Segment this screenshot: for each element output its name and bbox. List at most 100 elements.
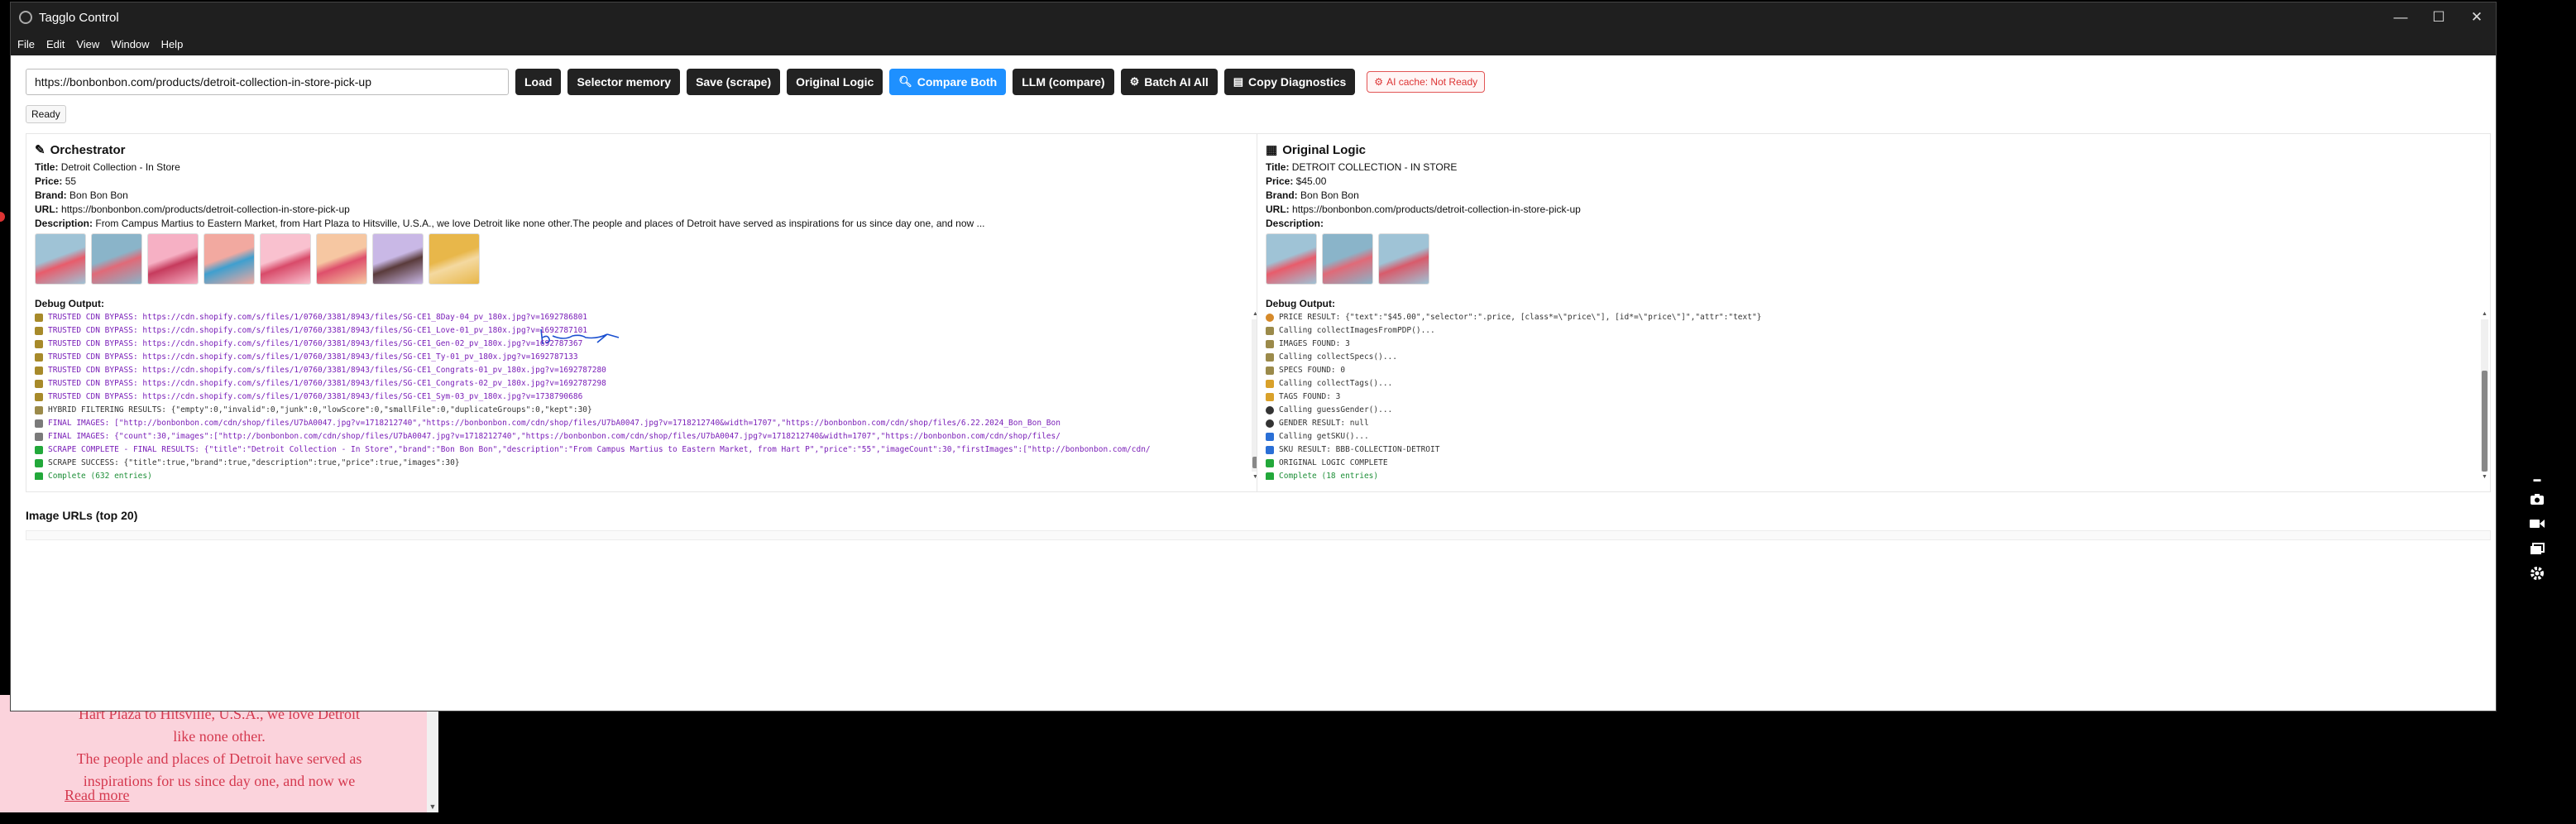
log-line-text: TAGS FOUND: 3 bbox=[1279, 392, 1341, 401]
description-row: Description: bbox=[1266, 217, 1581, 231]
window-title: Tagglo Control bbox=[39, 10, 119, 25]
log-line-text: TRUSTED CDN BYPASS: https://cdn.shopify.… bbox=[48, 339, 583, 348]
description-label: Description: bbox=[35, 218, 93, 229]
debug-output-log[interactable]: PRICE RESULT: {"text":"$45.00","selector… bbox=[1266, 311, 2485, 480]
copy-diagnostics-button[interactable]: ▤ Copy Diagnostics bbox=[1223, 69, 1356, 95]
original-logic-button[interactable]: Original Logic bbox=[787, 69, 883, 95]
title-label: Title: bbox=[35, 161, 59, 173]
main-content: Load Selector memory Save (scrape) Origi… bbox=[11, 55, 2496, 711]
product-thumbnail[interactable] bbox=[91, 233, 142, 285]
title-row: Title: Detroit Collection - In Store bbox=[35, 160, 985, 175]
lock-icon bbox=[35, 327, 43, 335]
product-thumbnail[interactable] bbox=[1378, 233, 1429, 285]
windows-icon[interactable] bbox=[2526, 539, 2548, 558]
batch-ai-all-button[interactable]: ⚙︎ Batch AI All bbox=[1120, 69, 1218, 95]
ok-icon bbox=[1266, 459, 1274, 467]
save-scrape-button[interactable]: Save (scrape) bbox=[687, 69, 781, 95]
product-thumbnail[interactable] bbox=[147, 233, 199, 285]
product-thumbnail[interactable] bbox=[1266, 233, 1317, 285]
original-logic-title: ▦ Original Logic bbox=[1266, 142, 1366, 158]
llm-compare-button[interactable]: LLM (compare) bbox=[1013, 69, 1114, 95]
status-badge: Ready bbox=[26, 105, 66, 123]
scroll-down-arrow-icon[interactable]: ▼ bbox=[427, 802, 438, 811]
product-thumbnail[interactable] bbox=[316, 233, 367, 285]
ok-icon bbox=[35, 446, 43, 454]
url-input[interactable] bbox=[26, 69, 509, 95]
read-more-link[interactable]: Read more bbox=[65, 787, 129, 804]
load-button[interactable]: Load bbox=[515, 69, 562, 95]
app-window: Tagglo Control — ☐ ✕ File Edit View Wind… bbox=[10, 2, 2497, 711]
desktop: Hart Plaza to Hitsville, U.S.A., we love… bbox=[0, 0, 2576, 824]
log-line: Calling guessGender()... bbox=[1266, 404, 2485, 417]
robot-icon: ⚙︎ bbox=[1374, 76, 1384, 88]
product-thumbnail[interactable] bbox=[35, 233, 86, 285]
description-value: From Campus Martius to Eastern Market, f… bbox=[95, 218, 985, 229]
lock-icon bbox=[35, 353, 43, 362]
url-value: https://bonbonbon.com/products/detroit-c… bbox=[1292, 204, 1581, 215]
menu-file[interactable]: File bbox=[17, 38, 35, 50]
log-line-text: TRUSTED CDN BYPASS: https://cdn.shopify.… bbox=[48, 352, 578, 362]
menu-bar: File Edit View Window Help bbox=[11, 32, 2496, 55]
debug-output-log[interactable]: TRUSTED CDN BYPASS: https://cdn.shopify.… bbox=[35, 311, 1256, 480]
scroll-down-arrow-icon[interactable]: ▼ bbox=[2481, 474, 2488, 480]
log-line: FINAL IMAGES: ["http://bonbonbon.com/cdn… bbox=[35, 417, 1256, 430]
log-line: SCRAPE COMPLETE - FINAL RESULTS: {"title… bbox=[35, 443, 1256, 457]
fin-icon bbox=[35, 419, 43, 428]
scrollbar-thumb[interactable] bbox=[2482, 371, 2487, 472]
title-label: Title: bbox=[1266, 161, 1290, 173]
log-line: Calling collectTags()... bbox=[1266, 377, 2485, 390]
product-thumbnail[interactable] bbox=[260, 233, 311, 285]
title-value: Detroit Collection - In Store bbox=[60, 161, 180, 173]
toolbar: Load Selector memory Save (scrape) Origi… bbox=[26, 69, 1486, 95]
maximize-button[interactable]: ☐ bbox=[2420, 9, 2458, 26]
product-thumbnail[interactable] bbox=[203, 233, 255, 285]
log-line-text: SKU RESULT: BBB-COLLECTION-DETROIT bbox=[1279, 445, 1440, 454]
compare-both-label: Compare Both bbox=[917, 75, 998, 89]
menu-view[interactable]: View bbox=[76, 38, 99, 50]
log-line-text: Calling guessGender()... bbox=[1279, 405, 1393, 414]
log-line-text: Complete (632 entries) bbox=[48, 472, 152, 480]
product-thumbnail[interactable] bbox=[1322, 233, 1373, 285]
copy-diagnostics-label: Copy Diagnostics bbox=[1248, 75, 1347, 89]
selector-memory-button[interactable]: Selector memory bbox=[567, 69, 681, 95]
robot-icon: ⚙︎ bbox=[1129, 75, 1140, 88]
compare-both-button[interactable]: 🔍︎ Compare Both bbox=[889, 69, 1007, 95]
log-line: TRUSTED CDN BYPASS: https://cdn.shopify.… bbox=[35, 351, 1256, 364]
video-camera-icon[interactable] bbox=[2526, 515, 2548, 533]
scroll-up-arrow-icon[interactable]: ▲ bbox=[2481, 311, 2488, 317]
log-line-text: TRUSTED CDN BYPASS: https://cdn.shopify.… bbox=[48, 326, 588, 335]
background-text-line: The people and places of Detroit have se… bbox=[76, 750, 362, 767]
log-line: TRUSTED CDN BYPASS: https://cdn.shopify.… bbox=[35, 311, 1256, 324]
product-fields: Title: DETROIT COLLECTION - IN STORE Pri… bbox=[1266, 160, 1581, 231]
menu-window[interactable]: Window bbox=[111, 38, 149, 50]
gear-icon[interactable] bbox=[2526, 564, 2548, 582]
menu-edit[interactable]: Edit bbox=[46, 38, 65, 50]
log-line-text: SCRAPE COMPLETE - FINAL RESULTS: {"title… bbox=[48, 445, 1151, 454]
log-line-text: Calling collectSpecs()... bbox=[1279, 352, 1397, 362]
camera-icon[interactable] bbox=[2526, 490, 2548, 508]
log-line-text: GENDER RESULT: null bbox=[1279, 419, 1369, 428]
brand-label: Brand: bbox=[35, 189, 67, 201]
product-thumbnail[interactable] bbox=[372, 233, 424, 285]
menu-help[interactable]: Help bbox=[161, 38, 184, 50]
close-button[interactable]: ✕ bbox=[2458, 9, 2496, 26]
log-line-text: ORIGINAL LOGIC COMPLETE bbox=[1279, 458, 1388, 467]
log-line-text: TRUSTED CDN BYPASS: https://cdn.shopify.… bbox=[48, 392, 583, 401]
tag-icon bbox=[1266, 393, 1274, 401]
log-line: Complete (632 entries) bbox=[35, 470, 1256, 480]
log-line-text: TRUSTED CDN BYPASS: https://cdn.shopify.… bbox=[48, 313, 588, 322]
image-thumbnails bbox=[35, 233, 480, 285]
dock-handle-icon[interactable]: ▬ bbox=[2526, 475, 2548, 483]
price-icon bbox=[1266, 314, 1274, 322]
product-thumbnail[interactable] bbox=[429, 233, 480, 285]
brand-value: Bon Bon Bon bbox=[1300, 189, 1359, 201]
url-row: URL: https://bonbonbon.com/products/detr… bbox=[1266, 203, 1581, 217]
image-urls-list[interactable] bbox=[26, 530, 2491, 540]
debug-scrollbar[interactable]: ▲ ▼ bbox=[2481, 311, 2488, 480]
url-row: URL: https://bonbonbon.com/products/detr… bbox=[35, 203, 985, 217]
background-text-line: like none other. bbox=[173, 728, 266, 745]
minimize-button[interactable]: — bbox=[2382, 9, 2420, 26]
hyb-icon bbox=[1266, 340, 1274, 348]
log-line-text: IMAGES FOUND: 3 bbox=[1279, 339, 1350, 348]
background-scrollbar[interactable]: ▼ bbox=[427, 695, 438, 812]
